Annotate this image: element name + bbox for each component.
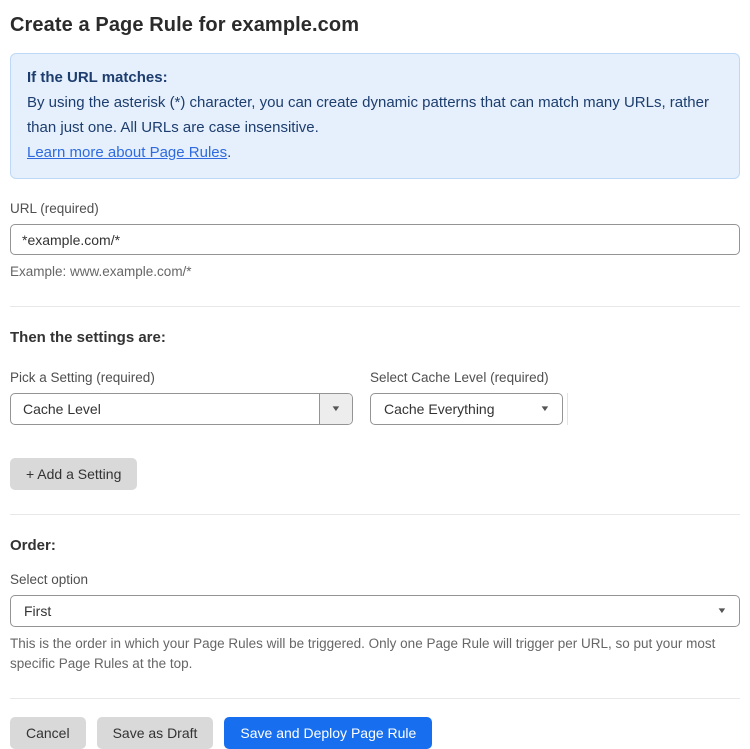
caret-down-icon: ▼ bbox=[330, 404, 342, 413]
setting-select-value: Cache Level bbox=[23, 401, 101, 417]
divider bbox=[10, 306, 740, 307]
footer-actions: Cancel Save as Draft Save and Deploy Pag… bbox=[10, 717, 740, 749]
cancel-button[interactable]: Cancel bbox=[10, 717, 86, 749]
settings-row: Pick a Setting (required) Cache Level ▼ … bbox=[10, 370, 740, 425]
pick-setting-label: Pick a Setting (required) bbox=[10, 370, 155, 385]
setting-select[interactable]: Cache Level ▼ bbox=[10, 393, 353, 425]
cache-level-group: Select Cache Level (required) Cache Ever… bbox=[370, 370, 568, 425]
order-section: Order: Select option First ▼ This is the… bbox=[10, 537, 740, 674]
info-box-heading: If the URL matches: bbox=[27, 69, 168, 86]
url-input[interactable] bbox=[10, 224, 740, 255]
divider bbox=[10, 698, 740, 699]
caret-down-icon: ▼ bbox=[716, 606, 728, 615]
cache-level-select[interactable]: Cache Everything ▼ bbox=[370, 393, 563, 425]
learn-more-link[interactable]: Learn more about Page Rules bbox=[27, 144, 227, 161]
save-as-draft-button[interactable]: Save as Draft bbox=[96, 717, 214, 749]
info-box-link-line: Learn more about Page Rules. bbox=[27, 140, 723, 165]
setting-select-caret-button[interactable]: ▼ bbox=[319, 394, 352, 424]
pick-setting-group: Pick a Setting (required) Cache Level ▼ bbox=[10, 370, 353, 425]
divider bbox=[10, 514, 740, 515]
cache-level-row: Cache Everything ▼ bbox=[370, 393, 568, 425]
caret-down-icon: ▼ bbox=[539, 404, 551, 413]
add-setting-button[interactable]: + Add a Setting bbox=[10, 458, 138, 490]
settings-section-heading: Then the settings are: bbox=[10, 329, 166, 346]
cache-level-select-value: Cache Everything bbox=[384, 401, 495, 417]
page-title: Create a Page Rule for example.com bbox=[10, 14, 360, 36]
url-helper-text: Example: www.example.com/* bbox=[10, 264, 192, 279]
order-section-heading: Order: bbox=[10, 537, 56, 554]
url-field-group: URL (required) Example: www.example.com/… bbox=[10, 201, 740, 282]
url-field-label: URL (required) bbox=[10, 201, 99, 216]
vertical-divider bbox=[567, 393, 568, 425]
order-select[interactable]: First ▼ bbox=[10, 595, 740, 627]
cache-level-label: Select Cache Level (required) bbox=[370, 370, 549, 385]
save-and-deploy-button[interactable]: Save and Deploy Page Rule bbox=[224, 717, 433, 749]
order-select-label: Select option bbox=[10, 572, 89, 587]
info-box-body: By using the asterisk (*) character, you… bbox=[27, 94, 709, 136]
order-select-value: First bbox=[24, 603, 52, 619]
link-suffix: . bbox=[227, 144, 232, 161]
settings-section: Then the settings are: Pick a Setting (r… bbox=[10, 329, 740, 490]
order-helper-text: This is the order in which your Page Rul… bbox=[10, 636, 716, 671]
url-matches-info-box: If the URL matches: By using the asteris… bbox=[10, 53, 740, 179]
